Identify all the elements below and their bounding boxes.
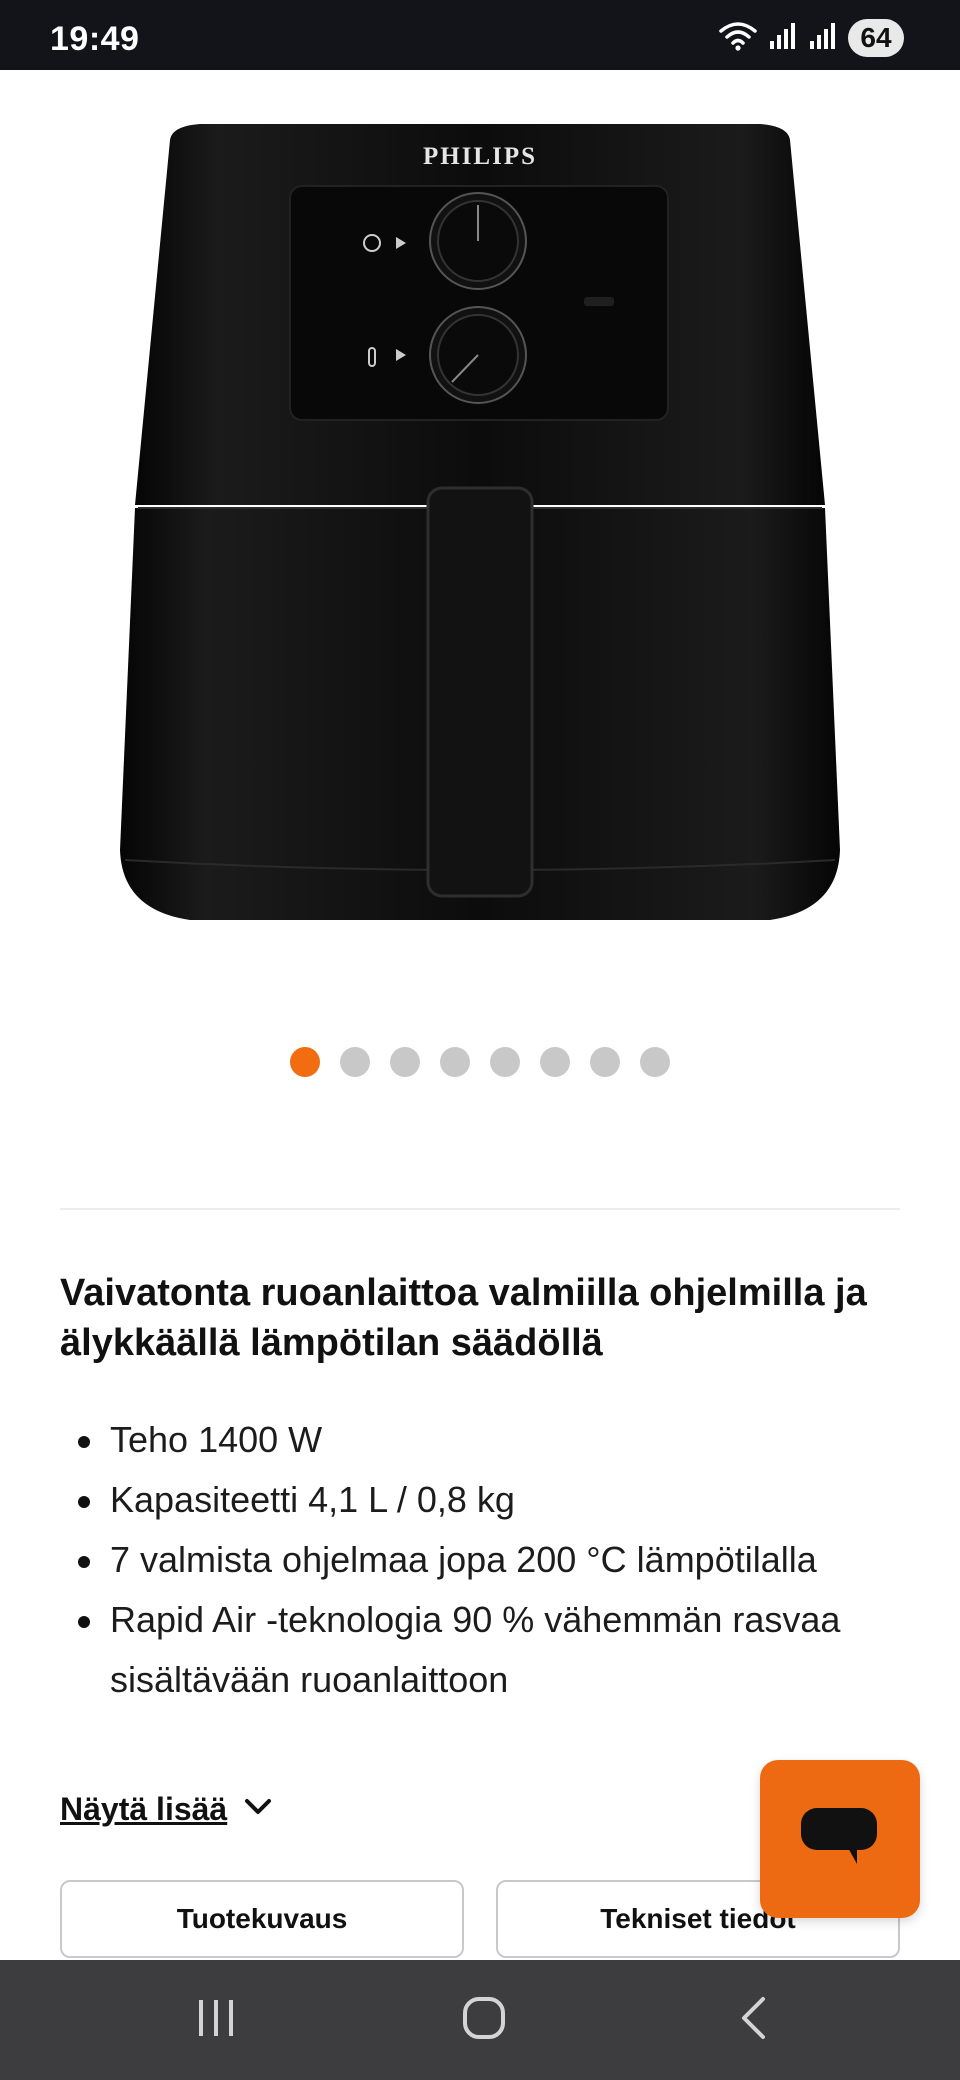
back-icon — [737, 1996, 769, 2045]
carousel-dot[interactable] — [640, 1047, 670, 1077]
carousel-dot[interactable] — [540, 1047, 570, 1077]
battery-icon: 64 — [848, 19, 904, 57]
tab-product-description[interactable]: Tuotekuvaus — [60, 1880, 464, 1958]
product-image[interactable]: PHILIPS — [120, 110, 840, 970]
carousel-dot[interactable] — [340, 1047, 370, 1077]
chat-button[interactable] — [760, 1760, 920, 1918]
carousel-dot[interactable] — [440, 1047, 470, 1077]
wifi-icon — [718, 19, 758, 58]
signal-icon — [768, 21, 798, 56]
chevron-down-icon — [243, 1796, 273, 1823]
feature-item: Rapid Air -teknologia 90 % vähemmän rasv… — [60, 1590, 920, 1710]
recent-apps-icon — [194, 1998, 238, 2043]
status-icons: 64 — [718, 18, 904, 58]
feature-item: Kapasiteetti 4,1 L / 0,8 kg — [60, 1470, 920, 1530]
carousel-dot[interactable] — [390, 1047, 420, 1077]
brand-logo: PHILIPS — [422, 143, 538, 170]
carousel-dot[interactable] — [290, 1047, 320, 1077]
feature-list: Teho 1400 W Kapasiteetti 4,1 L / 0,8 kg … — [60, 1410, 920, 1710]
home-button[interactable] — [444, 1990, 524, 2050]
signal-icon — [808, 21, 838, 56]
chat-bubble-icon — [799, 1806, 881, 1873]
feature-item: 7 valmista ohjelmaa jopa 200 °C lämpötil… — [60, 1530, 920, 1590]
status-bar: 19:49 64 — [0, 0, 960, 70]
feature-item: Teho 1400 W — [60, 1410, 920, 1470]
carousel-dot[interactable] — [590, 1047, 620, 1077]
recent-apps-button[interactable] — [176, 1990, 256, 2050]
back-button[interactable] — [713, 1990, 793, 2050]
image-carousel-dots — [0, 1047, 960, 1079]
show-more-label: Näytä lisää — [60, 1791, 228, 1827]
product-headline: Vaivatonta ruoanlaittoa valmiilla ohjelm… — [60, 1272, 867, 1364]
carousel-dot[interactable] — [490, 1047, 520, 1077]
system-nav-bar — [0, 1960, 960, 2080]
status-time: 19:49 — [50, 20, 140, 58]
home-icon — [462, 1996, 506, 2045]
section-divider — [60, 1208, 900, 1210]
show-more-link[interactable]: Näytä lisää — [60, 1791, 273, 1828]
